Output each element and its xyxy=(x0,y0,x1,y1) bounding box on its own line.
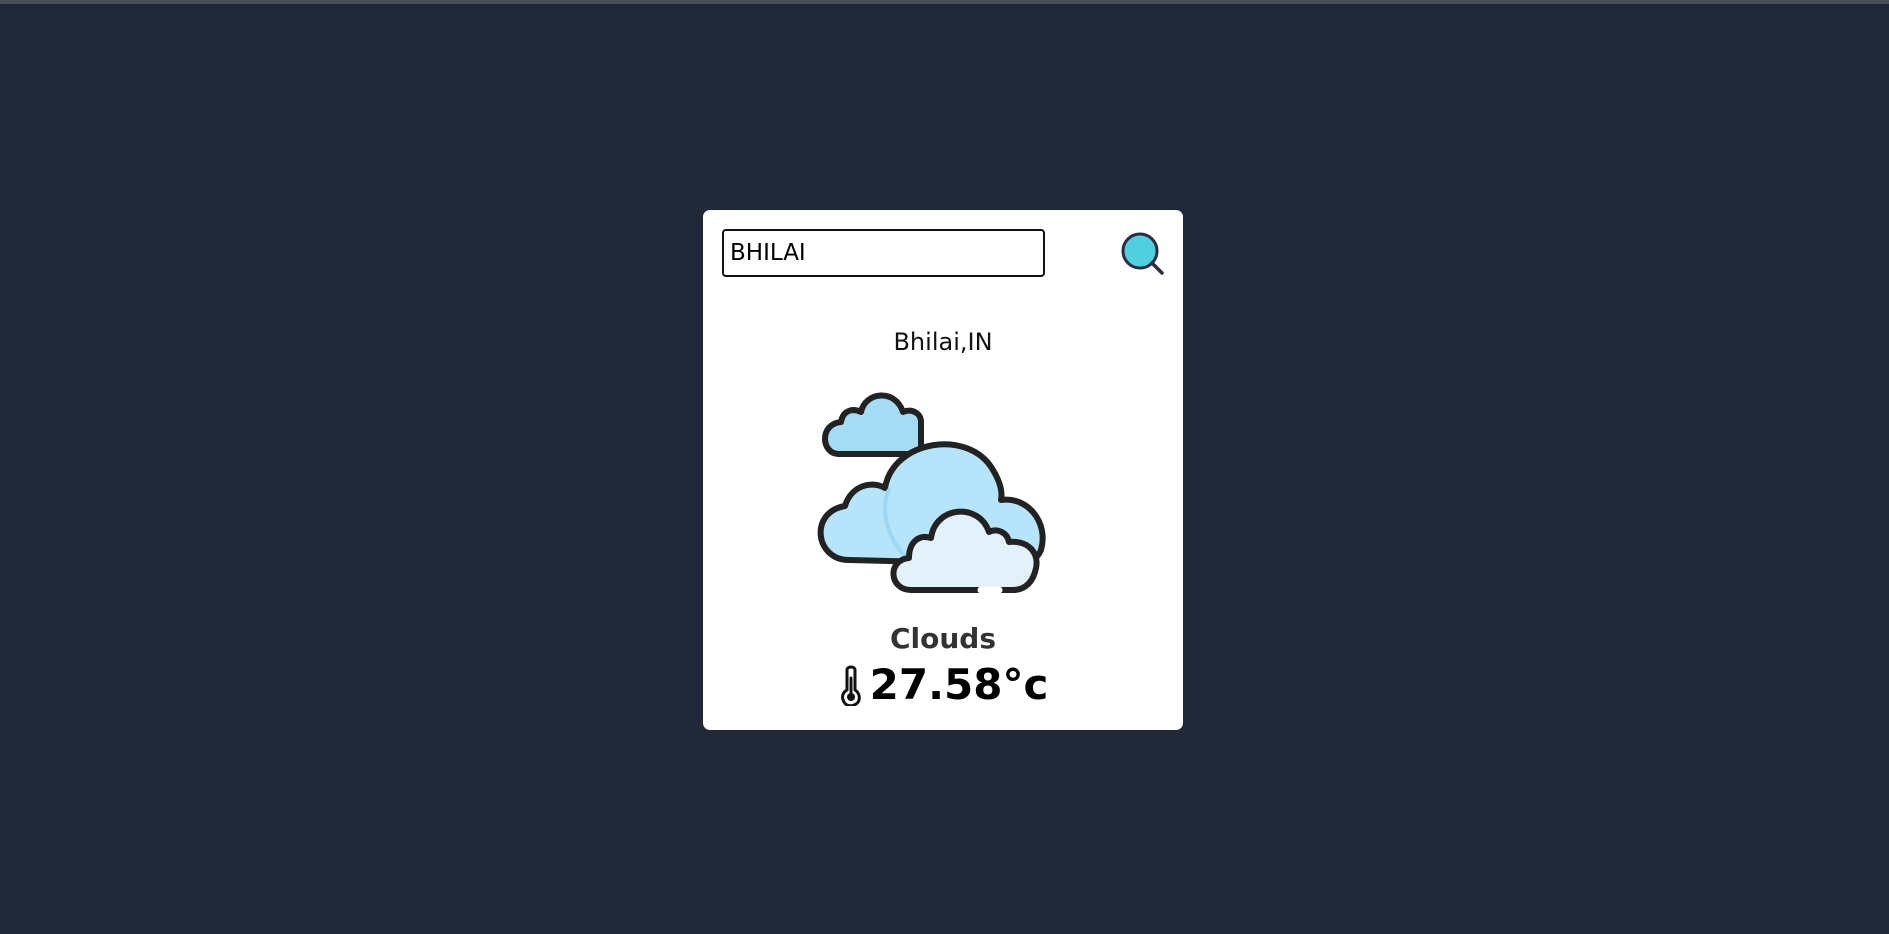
temperature-value: 27.58°c xyxy=(869,660,1049,709)
search-input[interactable] xyxy=(722,229,1045,277)
location-label: Bhilai,IN xyxy=(893,328,993,356)
search-icon xyxy=(1121,232,1164,275)
weather-card: Bhilai,IN Clouds 27.58°c xyxy=(703,210,1183,730)
small-cloud xyxy=(822,392,924,457)
top-border xyxy=(0,0,1889,4)
condition-label: Clouds xyxy=(889,622,997,655)
search-button[interactable] xyxy=(1120,231,1168,279)
temperature-row: 27.58°c xyxy=(703,660,1183,709)
thermometer-icon xyxy=(840,665,861,706)
clouds-icon xyxy=(817,392,1046,594)
